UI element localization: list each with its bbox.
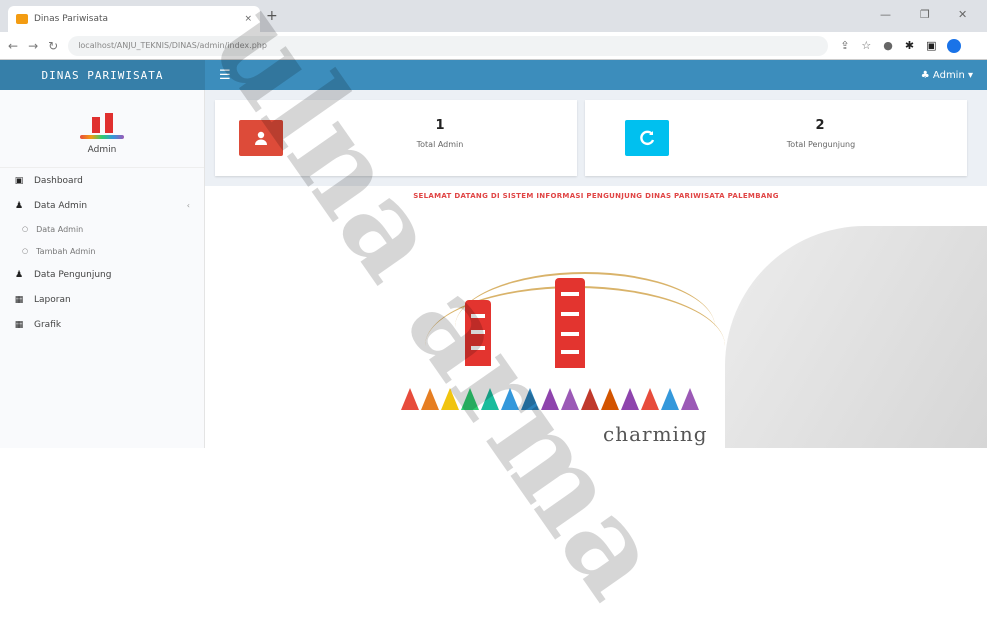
sidebar: Admin ▣ Dashboard ♟ Data Admin ‹ ○ Data …: [0, 90, 205, 448]
sidebar-subitem-data-admin[interactable]: ○ Data Admin: [0, 218, 204, 240]
sidebar-item-laporan[interactable]: ▦ Laporan: [0, 287, 204, 312]
browser-chrome: Dinas Pariwisata × + — ❐ ✕ ← → ↻ localho…: [0, 0, 987, 60]
sidebar-item-label: Grafik: [34, 319, 62, 330]
bookmark-star-icon[interactable]: ☆: [861, 39, 871, 52]
user-icon: ♟: [14, 200, 24, 211]
sidebar-item-data-pengunjung[interactable]: ♟ Data Pengunjung: [0, 262, 204, 287]
user-logo: [72, 103, 132, 143]
user-panel: Admin: [0, 90, 204, 168]
sidepanel-icon[interactable]: ▣: [926, 39, 936, 52]
new-tab-button[interactable]: +: [266, 8, 278, 24]
stat-label: Total Pengunjung: [786, 140, 856, 149]
user-menu[interactable]: ♣ Admin ▾: [921, 70, 973, 81]
favicon-icon: [16, 14, 28, 24]
sidebar-item-label: Laporan: [34, 294, 71, 305]
user-icon: ♟: [14, 269, 24, 280]
stat-value: 1: [435, 118, 445, 133]
profile-avatar[interactable]: [946, 38, 961, 53]
sidebar-item-data-admin[interactable]: ♟ Data Admin ‹: [0, 193, 204, 218]
stat-box-admin: 1 Total Admin: [215, 100, 577, 176]
sidebar-toggle-icon[interactable]: ☰: [219, 68, 231, 83]
browser-tab[interactable]: Dinas Pariwisata ×: [8, 6, 260, 32]
zigzag-pattern: [401, 388, 699, 410]
sidebar-subitem-label: Tambah Admin: [36, 246, 96, 256]
brand-logo[interactable]: DINAS PARIWISATA: [0, 60, 205, 90]
sidebar-subitem-label: Data Admin: [36, 224, 84, 234]
sidebar-item-grafik[interactable]: ▦ Grafik: [0, 312, 204, 337]
chevron-left-icon: ‹: [186, 201, 190, 210]
back-icon[interactable]: ←: [8, 39, 18, 53]
puzzle-icon[interactable]: ✱: [905, 39, 914, 52]
sidebar-item-dashboard[interactable]: ▣ Dashboard: [0, 168, 204, 193]
refresh-icon: [625, 120, 669, 156]
tab-bar: Dinas Pariwisata × + — ❐ ✕: [0, 0, 987, 32]
main-content: 1 Total Admin 2 Total Pengunjung SELAMAT…: [205, 90, 987, 448]
stat-label: Total Admin: [416, 140, 464, 149]
dashboard-icon: ▣: [14, 175, 24, 186]
welcome-message: SELAMAT DATANG DI SISTEM INFORMASI PENGU…: [413, 192, 779, 200]
reload-icon[interactable]: ↻: [48, 39, 58, 53]
sidebar-item-label: Data Pengunjung: [34, 269, 112, 280]
circle-icon: ○: [22, 247, 29, 255]
charming-logo: charming: [385, 266, 745, 446]
url-field[interactable]: localhost/ANJU_TEKNIS/DINAS/admin/index.…: [68, 35, 829, 56]
extension-icon[interactable]: ●: [883, 39, 893, 52]
share-icon[interactable]: ⇪: [840, 39, 849, 52]
stat-box-pengunjung: 2 Total Pengunjung: [585, 100, 967, 176]
url-text: localhost/ANJU_TEKNIS/DINAS/admin/index.…: [78, 41, 267, 50]
sidebar-item-label: Data Admin: [34, 200, 88, 211]
logo-tagline: charming: [603, 422, 708, 446]
app-header: DINAS PARIWISATA ☰ ♣ Admin ▾: [0, 60, 987, 90]
table-icon: ▦: [14, 294, 24, 305]
forward-icon[interactable]: →: [28, 39, 38, 53]
user-name: Admin: [87, 144, 117, 155]
address-bar-row: ← → ↻ localhost/ANJU_TEKNIS/DINAS/admin/…: [0, 32, 987, 60]
sidebar-item-label: Dashboard: [34, 175, 83, 186]
tab-close-icon[interactable]: ×: [244, 14, 252, 24]
maximize-icon[interactable]: ❐: [920, 8, 930, 21]
tab-title: Dinas Pariwisata: [34, 14, 109, 24]
stat-value: 2: [815, 118, 825, 133]
chart-icon: ▦: [14, 319, 24, 330]
user-icon: [239, 120, 283, 156]
minimize-icon[interactable]: —: [880, 8, 891, 21]
close-window-icon[interactable]: ✕: [958, 8, 967, 21]
decorative-shape: [725, 226, 987, 448]
welcome-panel: SELAMAT DATANG DI SISTEM INFORMASI PENGU…: [205, 186, 987, 448]
circle-icon: ○: [22, 225, 29, 233]
sidebar-subitem-tambah-admin[interactable]: ○ Tambah Admin: [0, 240, 204, 262]
